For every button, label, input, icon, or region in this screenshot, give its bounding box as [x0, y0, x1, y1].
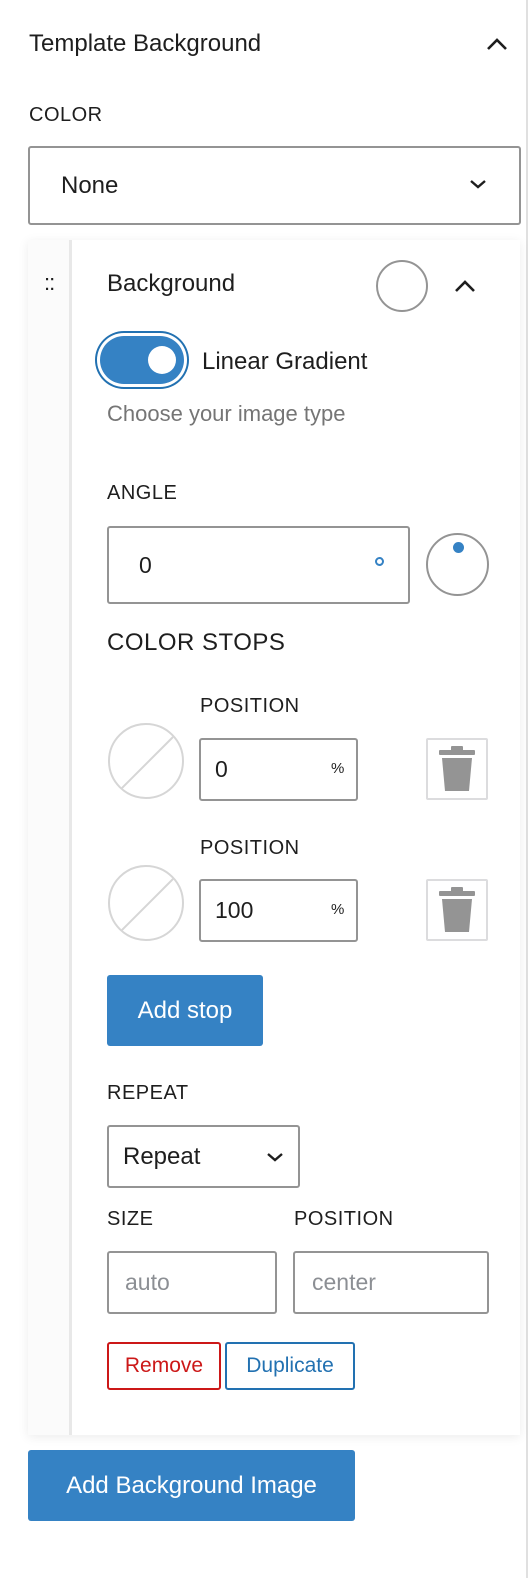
no-color-slash — [116, 872, 180, 936]
angle-input[interactable]: 0 — [107, 526, 410, 604]
stop-position-value: 100 — [215, 897, 254, 923]
color-stops-label: COLOR STOPS — [107, 629, 286, 656]
trash-icon — [439, 887, 475, 932]
drag-handle-column[interactable]: :: — [28, 240, 72, 1435]
stop-position-value: 0 — [215, 756, 228, 782]
angle-value: 0 — [139, 551, 152, 578]
size-input[interactable]: auto — [107, 1251, 277, 1314]
chevron-up-icon — [487, 38, 507, 50]
degree-icon — [375, 557, 384, 566]
repeat-label: REPEAT — [107, 1082, 189, 1104]
stop-color-swatch[interactable] — [108, 865, 184, 941]
color-swatch-icon[interactable] — [376, 260, 428, 312]
angle-indicator — [453, 542, 464, 553]
add-stop-button[interactable]: Add stop — [107, 975, 263, 1046]
color-select[interactable]: None — [28, 146, 521, 225]
linear-gradient-label: Linear Gradient — [202, 348, 368, 375]
drag-handle-icon[interactable]: :: — [44, 270, 55, 296]
chevron-down-icon — [470, 180, 486, 189]
chevron-up-icon — [455, 280, 475, 292]
color-select-value: None — [61, 171, 119, 199]
background-item-title: Background — [107, 270, 236, 297]
panel-title: Template Background — [29, 30, 262, 57]
remove-button[interactable]: Remove — [107, 1342, 221, 1390]
panel-collapse-toggle[interactable] — [482, 32, 512, 56]
angle-picker-icon[interactable] — [426, 533, 489, 596]
percent-unit: % — [331, 760, 345, 777]
toggle-knob — [148, 346, 176, 374]
duplicate-button[interactable]: Duplicate — [225, 1342, 355, 1390]
stop-color-swatch[interactable] — [108, 723, 184, 799]
delete-stop-button[interactable] — [426, 738, 488, 800]
add-background-image-button[interactable]: Add Background Image — [28, 1450, 355, 1521]
no-color-slash — [116, 730, 180, 794]
image-type-help: Choose your image type — [107, 401, 346, 426]
color-label: COLOR — [29, 104, 103, 126]
position-label: POSITION — [294, 1208, 394, 1230]
stop-position-label: POSITION — [200, 695, 300, 717]
repeat-select[interactable]: Repeat — [107, 1125, 300, 1188]
percent-unit: % — [331, 901, 345, 918]
linear-gradient-toggle[interactable] — [100, 336, 184, 384]
chevron-down-icon — [267, 1153, 283, 1162]
stop-position-input[interactable]: 100 % — [199, 879, 358, 942]
stop-position-input[interactable]: 0 % — [199, 738, 358, 801]
background-item-card: :: Background Linear Gradient Choose you… — [28, 240, 520, 1435]
size-placeholder: auto — [125, 1269, 170, 1295]
stop-position-label: POSITION — [200, 837, 300, 859]
angle-label: ANGLE — [107, 482, 178, 504]
background-item-collapse-toggle[interactable] — [450, 274, 480, 298]
size-label: SIZE — [107, 1208, 154, 1230]
delete-stop-button[interactable] — [426, 879, 488, 941]
position-input[interactable]: center — [293, 1251, 489, 1314]
template-background-panel: Template Background COLOR None :: Backgr… — [0, 0, 528, 1578]
position-placeholder: center — [312, 1269, 376, 1295]
trash-icon — [439, 746, 475, 791]
toggle-track — [100, 336, 184, 384]
repeat-select-value: Repeat — [123, 1142, 201, 1170]
